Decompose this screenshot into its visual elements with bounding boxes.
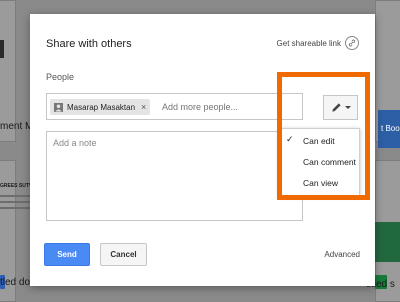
permission-dropdown-button[interactable]	[323, 95, 358, 120]
caret-down-icon	[344, 106, 351, 109]
note-placeholder: Add a note	[53, 138, 97, 148]
remove-person-icon[interactable]: ×	[141, 102, 146, 112]
dialog-title: Share with others	[46, 38, 132, 50]
menu-item-can-view[interactable]: Can view	[280, 174, 359, 192]
bg-file-preview-lines	[0, 195, 30, 213]
person-chip-name: Masarap Masaktan	[67, 102, 136, 112]
menu-item-label: Can edit	[303, 136, 335, 146]
people-field[interactable]: Masarap Masaktan ×	[46, 93, 303, 120]
menu-item-label: Can view	[303, 178, 338, 188]
bg-file-preview-text: t Boo	[381, 124, 400, 133]
menu-item-label: Can comment	[303, 157, 356, 167]
person-chip[interactable]: Masarap Masaktan ×	[50, 99, 151, 115]
person-icon	[54, 102, 63, 112]
send-button[interactable]: Send	[44, 243, 90, 266]
add-note-field[interactable]: Add a note	[46, 131, 303, 221]
advanced-link[interactable]: Advanced	[324, 250, 360, 259]
pencil-icon	[331, 102, 342, 113]
permission-menu: ✓ Can edit Can comment Can view	[279, 128, 360, 196]
people-label: People	[46, 72, 75, 82]
add-more-people-input[interactable]	[162, 102, 292, 112]
menu-item-can-comment[interactable]: Can comment	[280, 153, 359, 171]
get-shareable-link-label: Get shareable link	[276, 38, 341, 48]
get-shareable-link-button[interactable]: Get shareable link	[277, 36, 359, 50]
link-icon	[345, 36, 359, 50]
cancel-button[interactable]: Cancel	[100, 243, 147, 266]
bg-file-preview-icon	[0, 40, 14, 58]
menu-item-can-edit[interactable]: ✓ Can edit	[280, 132, 359, 150]
check-icon: ✓	[286, 134, 294, 144]
